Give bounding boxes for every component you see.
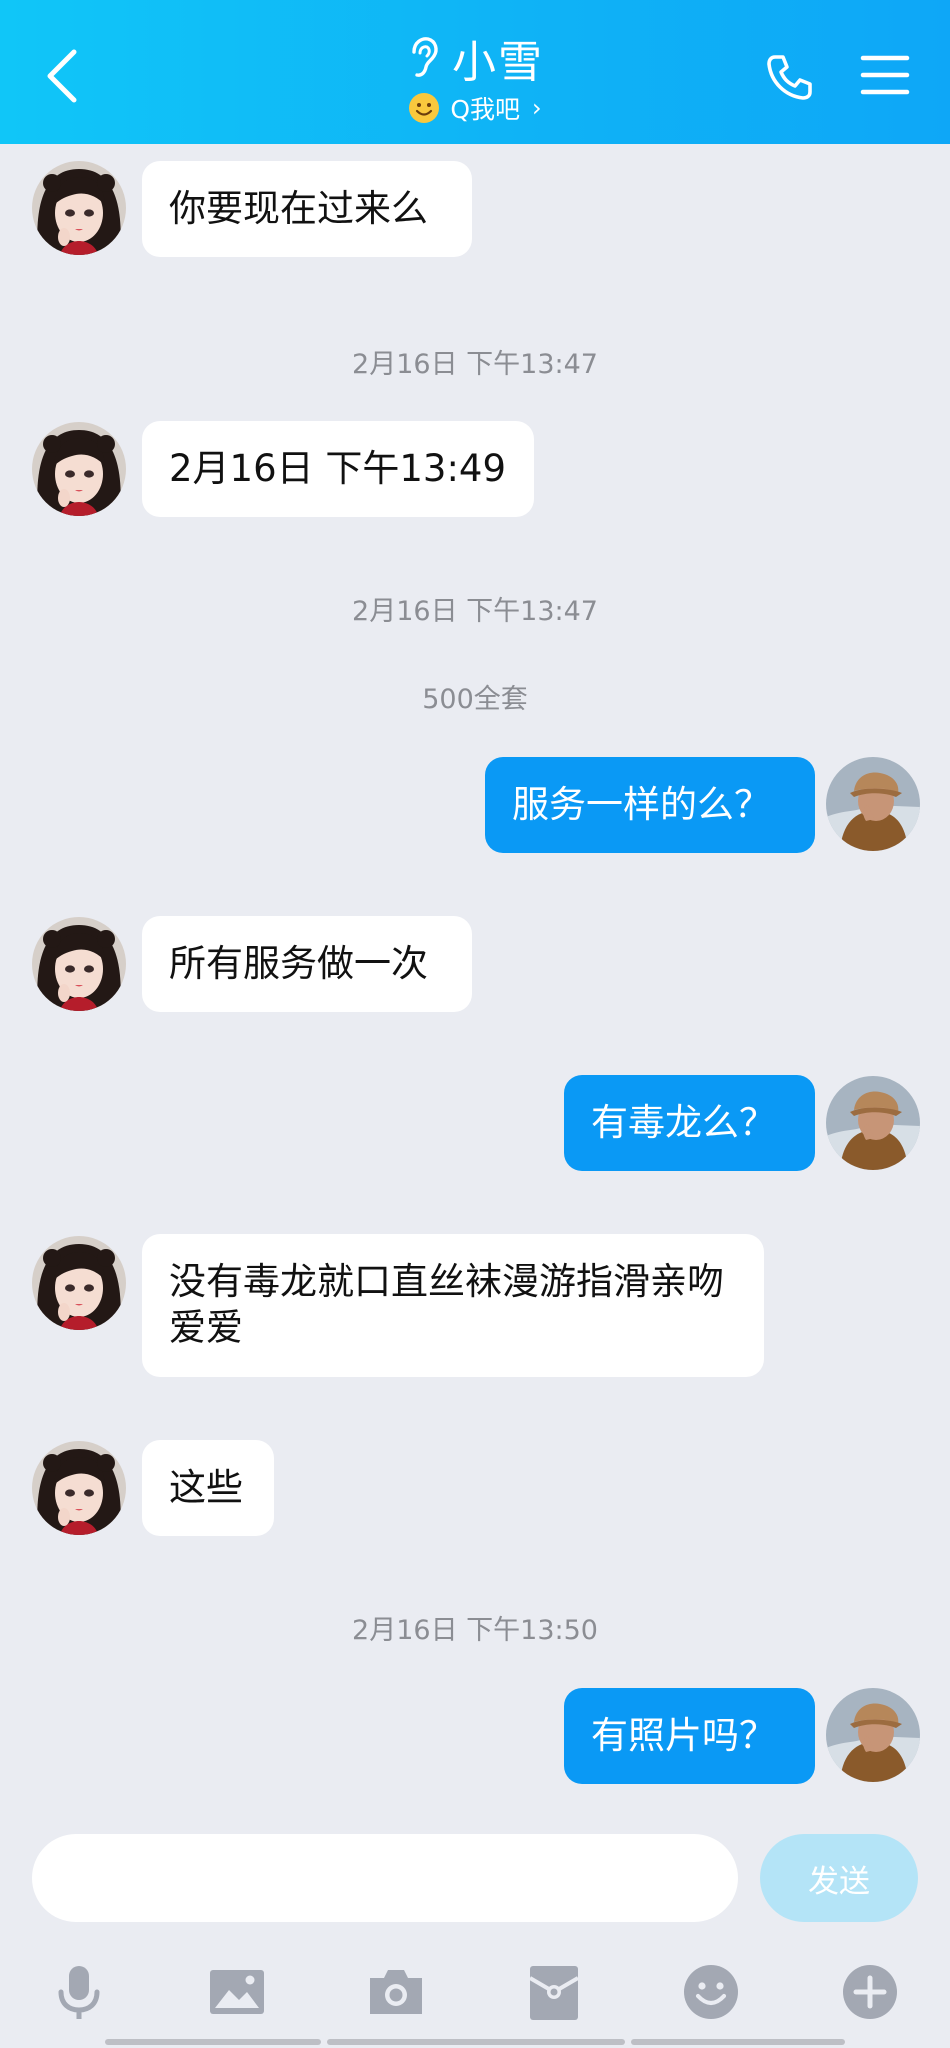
status-line[interactable]: Q我吧 ›	[408, 90, 542, 126]
plus-icon[interactable]	[840, 1962, 900, 2022]
contact-avatar[interactable]	[32, 1236, 126, 1330]
ear-icon[interactable]	[406, 36, 440, 80]
contact-avatar[interactable]	[32, 161, 126, 255]
camera-icon[interactable]	[366, 1962, 426, 2022]
user-avatar[interactable]	[826, 757, 920, 851]
message-timestamp: 2月16日 下午13:47	[352, 349, 598, 380]
phone-icon[interactable]	[765, 52, 815, 102]
image-icon[interactable]	[207, 1962, 267, 2022]
user-avatar[interactable]	[826, 1076, 920, 1170]
user-avatar[interactable]	[826, 1688, 920, 1782]
menu-icon[interactable]	[860, 52, 910, 98]
status-text: Q我吧	[450, 95, 521, 124]
incoming-message[interactable]: 这些	[142, 1440, 274, 1536]
home-indicator	[327, 2039, 625, 2045]
incoming-message[interactable]: 你要现在过来么	[142, 161, 472, 257]
outgoing-message[interactable]: 有毒龙么？	[564, 1075, 815, 1171]
system-message: 500全套	[422, 684, 528, 715]
incoming-message[interactable]: 所有服务做一次	[142, 916, 472, 1012]
home-indicator	[105, 2039, 321, 2045]
microphone-icon[interactable]	[49, 1962, 109, 2022]
chat-header: 小雪 Q我吧 ›	[0, 0, 950, 144]
outgoing-message[interactable]: 服务一样的么？	[485, 757, 815, 853]
chat-title: 小雪	[452, 37, 544, 88]
incoming-message[interactable]: 2月16日 下午13:49	[142, 421, 534, 517]
contact-avatar[interactable]	[32, 917, 126, 1011]
contact-avatar[interactable]	[32, 422, 126, 516]
message-timestamp: 2月16日 下午13:47	[352, 596, 598, 627]
smile-emoji-icon	[409, 93, 440, 123]
message-input[interactable]	[32, 1834, 738, 1922]
contact-avatar[interactable]	[32, 1441, 126, 1535]
message-timestamp: 2月16日 下午13:50	[352, 1615, 598, 1646]
outgoing-message[interactable]: 有照片吗？	[564, 1688, 815, 1784]
red-packet-icon[interactable]	[524, 1962, 584, 2022]
emoji-icon[interactable]	[681, 1962, 741, 2022]
send-button[interactable]: 发送	[760, 1834, 918, 1922]
chevron-right-icon: ›	[532, 94, 542, 122]
incoming-message[interactable]: 没有毒龙就口直丝袜漫游指滑亲吻爱爱	[142, 1234, 764, 1377]
home-indicator	[631, 2039, 845, 2045]
